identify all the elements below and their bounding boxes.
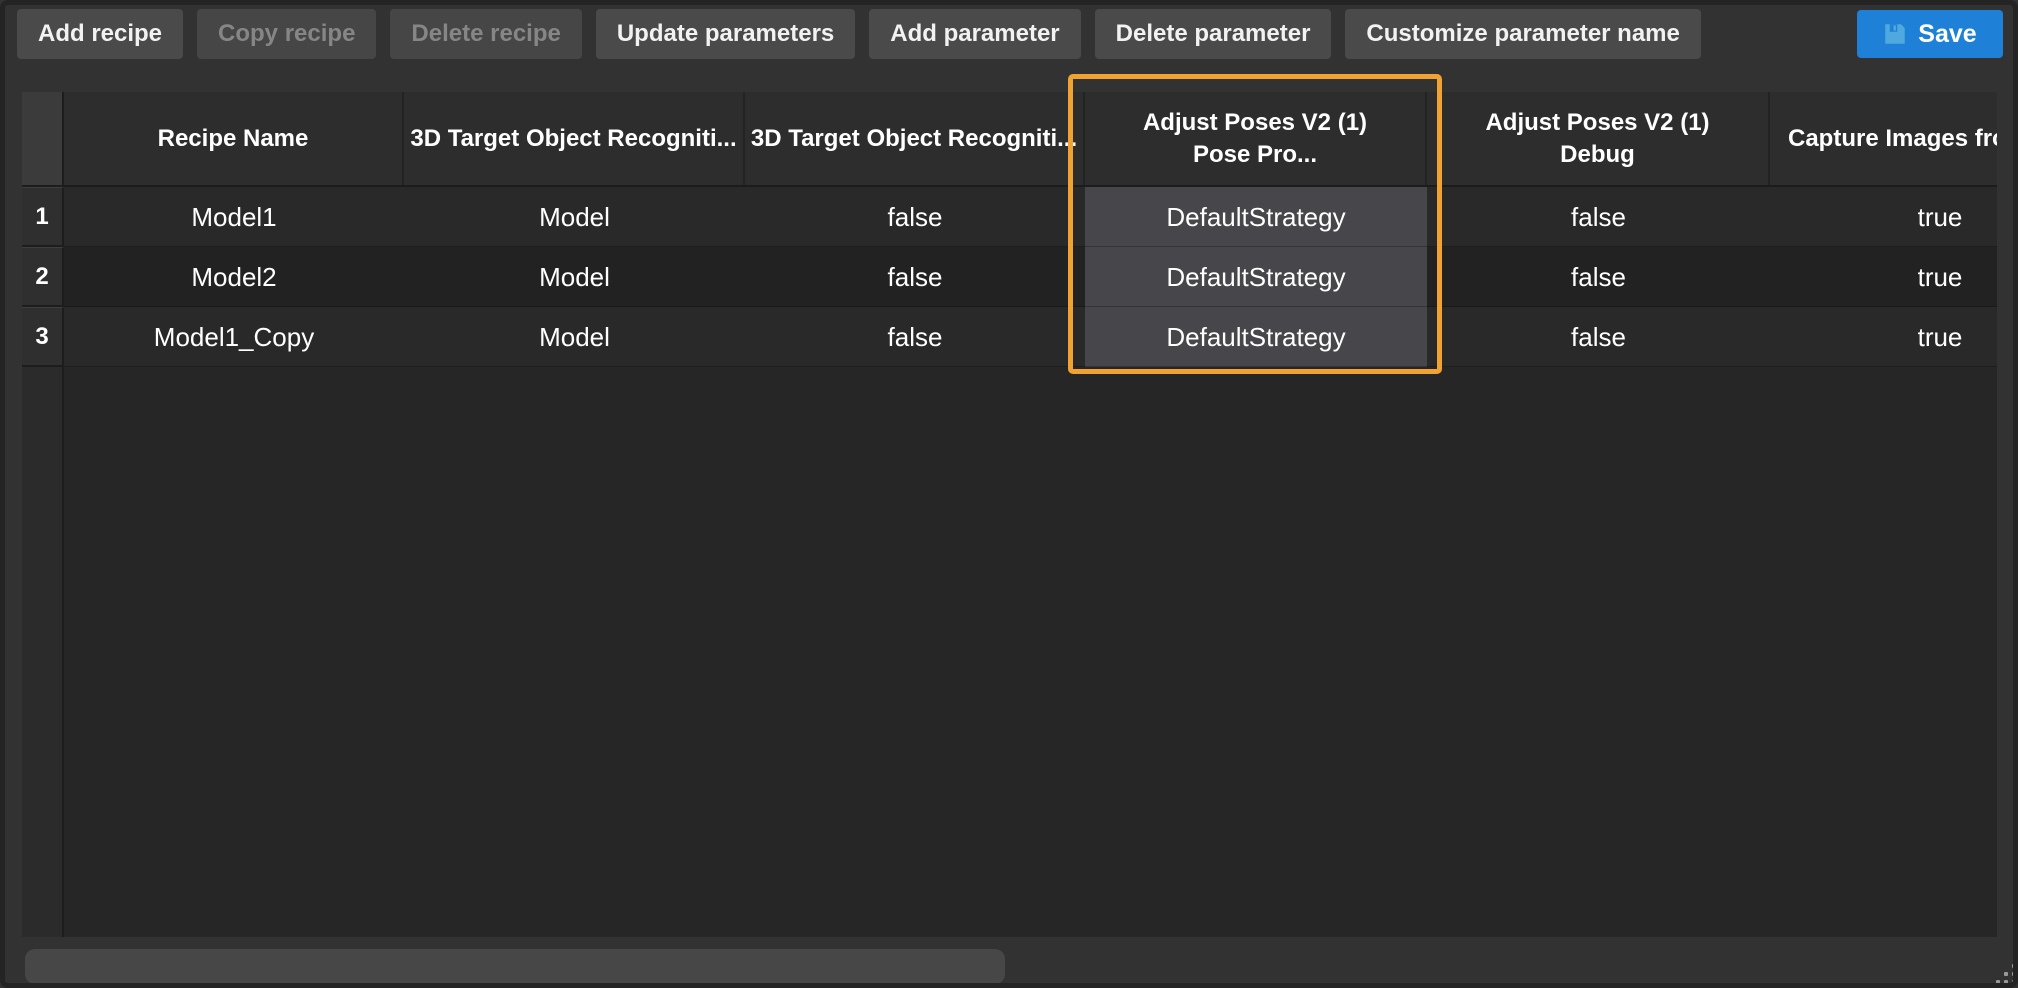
cell-debug-flag[interactable]: false	[1427, 187, 1770, 247]
cell-pose-strategy[interactable]: DefaultStrategy	[1085, 307, 1427, 367]
column-header-3d-target-object-recognition-1[interactable]: 3D Target Object Recogniti...	[404, 92, 745, 185]
column-header-3d-target-object-recognition-2[interactable]: 3D Target Object Recogniti...	[745, 92, 1085, 185]
table-row-3: Model1_Copy Model false DefaultStrategy …	[64, 307, 1997, 367]
cell-debug-flag[interactable]: false	[1427, 307, 1770, 367]
cell-capture-flag[interactable]: true	[1770, 307, 1997, 367]
save-button[interactable]: Save	[1857, 10, 2003, 58]
customize-parameter-name-button[interactable]: Customize parameter name	[1345, 9, 1700, 59]
table-row-1: Model1 Model false DefaultStrategy false…	[64, 187, 1997, 247]
column-header-recipe-name[interactable]: Recipe Name	[64, 92, 404, 185]
cell-recognition-flag[interactable]: false	[745, 187, 1085, 247]
column-header-adjust-poses-pose-pro[interactable]: Adjust Poses V2 (1) Pose Pro...	[1085, 92, 1427, 185]
delete-recipe-button[interactable]: Delete recipe	[390, 9, 581, 59]
cell-recognition-flag[interactable]: false	[745, 247, 1085, 307]
cell-recipe-name[interactable]: Model1	[64, 187, 404, 247]
table-corner-cell[interactable]	[22, 92, 64, 187]
cell-recipe-name[interactable]: Model2	[64, 247, 404, 307]
cell-debug-flag[interactable]: false	[1427, 247, 1770, 307]
floppy-disk-icon	[1883, 22, 1907, 46]
add-parameter-button[interactable]: Add parameter	[869, 9, 1080, 59]
add-recipe-button[interactable]: Add recipe	[17, 9, 183, 59]
horizontal-scrollbar-thumb[interactable]	[25, 949, 1005, 984]
recipe-parameter-table: Recipe Name 3D Target Object Recogniti..…	[22, 92, 1997, 937]
window-resize-grip[interactable]	[1992, 960, 2018, 986]
cell-pose-strategy[interactable]: DefaultStrategy	[1085, 187, 1427, 247]
delete-parameter-button[interactable]: Delete parameter	[1095, 9, 1332, 59]
cell-model-file[interactable]: Model	[404, 307, 745, 367]
cell-capture-flag[interactable]: true	[1770, 187, 1997, 247]
save-label: Save	[1918, 20, 1976, 49]
toolbar: Add recipe Copy recipe Delete recipe Upd…	[17, 9, 1701, 59]
column-header-adjust-poses-debug[interactable]: Adjust Poses V2 (1) Debug	[1427, 92, 1770, 185]
cell-recipe-name[interactable]: Model1_Copy	[64, 307, 404, 367]
cell-model-file[interactable]: Model	[404, 247, 745, 307]
row-number-3[interactable]: 3	[22, 307, 64, 367]
copy-recipe-button[interactable]: Copy recipe	[197, 9, 376, 59]
row-number-2[interactable]: 2	[22, 247, 64, 307]
row-number-gutter	[22, 367, 64, 937]
row-number-1[interactable]: 1	[22, 187, 64, 247]
table-header-row: Recipe Name 3D Target Object Recogniti..…	[64, 92, 1997, 187]
cell-model-file[interactable]: Model	[404, 187, 745, 247]
cell-capture-flag[interactable]: true	[1770, 247, 1997, 307]
cell-recognition-flag[interactable]: false	[745, 307, 1085, 367]
column-header-capture-images-from[interactable]: Capture Images from	[1770, 92, 1997, 185]
update-parameters-button[interactable]: Update parameters	[596, 9, 855, 59]
cell-pose-strategy[interactable]: DefaultStrategy	[1085, 247, 1427, 307]
table-row-2: Model2 Model false DefaultStrategy false…	[64, 247, 1997, 307]
